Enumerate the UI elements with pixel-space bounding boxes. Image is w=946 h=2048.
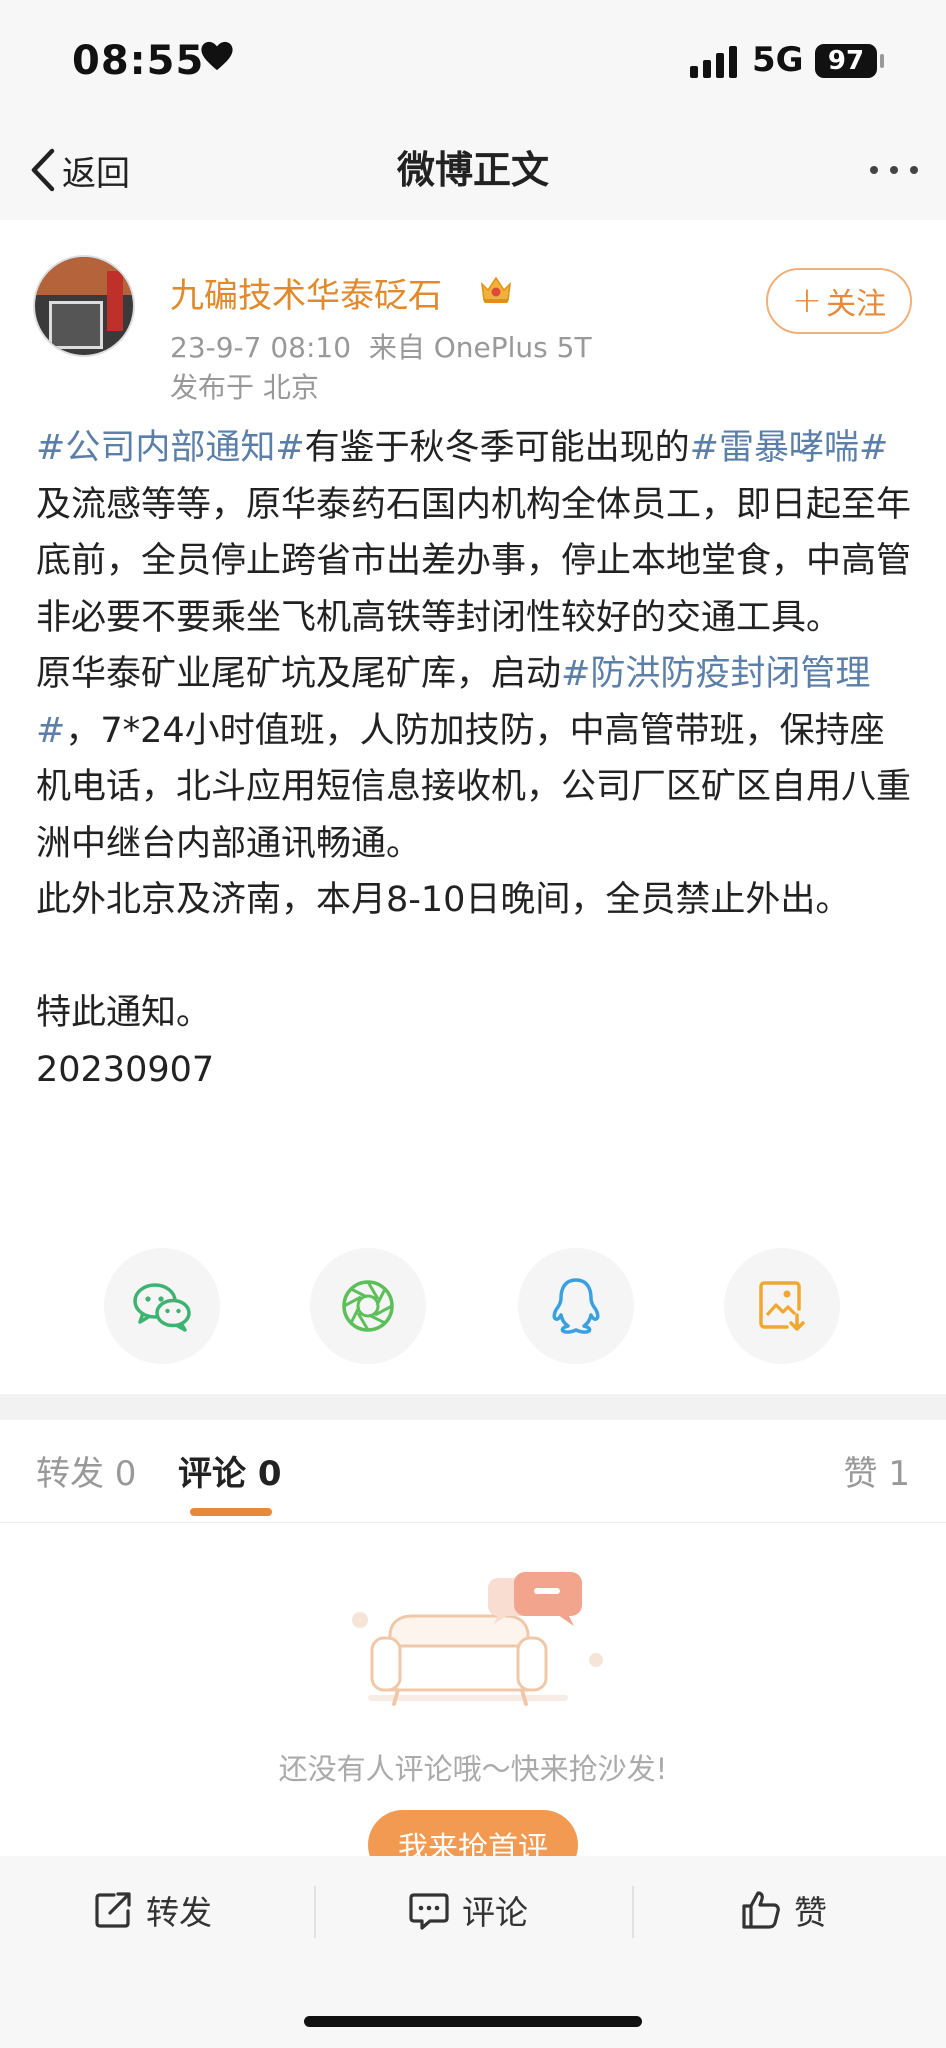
status-time: 08:55 <box>72 38 205 84</box>
nav-bar: 返回 微博正文 <box>0 120 946 220</box>
tabs-divider <box>0 1522 946 1523</box>
avatar[interactable] <box>33 255 135 357</box>
username[interactable]: 九碥技术华泰砭石 <box>170 268 442 317</box>
share-wechat-button[interactable] <box>104 1248 220 1364</box>
hashtag-link[interactable]: #雷暴哮喘# <box>690 428 889 468</box>
tab-reposts[interactable]: 转发 0 <box>36 1446 136 1495</box>
back-button[interactable]: 返回 <box>28 142 130 198</box>
more-dot <box>890 166 898 174</box>
share-row <box>0 1248 946 1364</box>
back-label: 返回 <box>62 153 130 194</box>
repost-button[interactable]: 转发 <box>92 1886 212 1934</box>
vip-crown-icon[interactable] <box>478 272 514 306</box>
moments-icon <box>342 1280 394 1332</box>
empty-sofa-illustration <box>352 1572 603 1706</box>
like-button[interactable]: 赞 <box>740 1886 827 1934</box>
empty-comments-text: 还没有人评论哦～快来抢沙发! <box>278 1752 668 1786</box>
home-indicator <box>304 2016 642 2027</box>
battery-cap <box>880 54 884 68</box>
share-qq-button[interactable] <box>518 1248 634 1364</box>
post-paragraph: 原华泰矿业尾矿坑及尾矿库，启动#防洪防疫封闭管理#，7*24小时值班，人防加技防… <box>36 646 916 872</box>
wechat-icon <box>133 1283 191 1332</box>
network-type: 5G <box>752 40 804 80</box>
section-divider <box>0 1394 946 1420</box>
signal-icon <box>690 46 737 78</box>
repost-icon <box>95 1892 131 1928</box>
post-text: 原华泰矿业尾矿坑及尾矿库，启动 <box>36 654 562 694</box>
post-paragraph: #公司内部通知#有鉴于秋冬季可能出现的#雷暴哮喘# 及流感等等，原华泰药石国内机… <box>36 420 916 646</box>
chevron-left-icon <box>31 148 55 192</box>
post-paragraph: 此外北京及济南，本月8-10日晚间，全员禁止外出。 <box>36 880 851 920</box>
post-paragraph: 特此通知。 <box>36 993 212 1033</box>
repost-label: 转发 <box>146 1893 212 1932</box>
tab-comments[interactable]: 评论 0 <box>178 1446 282 1495</box>
page-title: 微博正文 <box>396 148 549 192</box>
more-dot <box>910 166 918 174</box>
post-text: ，7*24小时值班，人防加技防，中高管带班，保持座机电话，北斗应用短信息接收机，… <box>36 710 912 864</box>
comment-label: 评论 <box>462 1893 528 1932</box>
comment-button[interactable]: 评论 <box>408 1886 528 1934</box>
like-label: 赞 <box>794 1893 827 1932</box>
post-timestamp-source: 23-9-7 08:10 来自 OnePlus 5T <box>170 331 592 364</box>
active-tab-indicator <box>190 1508 272 1516</box>
comment-icon <box>409 1893 449 1930</box>
post-date: 20230907 <box>36 1049 215 1090</box>
more-dot <box>870 166 878 174</box>
battery-indicator: 97 <box>815 44 877 78</box>
qq-icon <box>552 1278 600 1334</box>
thumbs-up-icon <box>742 1891 780 1929</box>
post-text: 及流感等等，原华泰药石国内机构全体员工，即日起至年底前，全员停止跨省市出差办事，… <box>36 484 912 638</box>
more-options-button[interactable] <box>870 166 918 174</box>
heart-icon <box>201 41 233 71</box>
save-image-button[interactable] <box>724 1248 840 1364</box>
post-content: #公司内部通知#有鉴于秋冬季可能出现的#雷暴哮喘# 及流感等等，原华泰药石国内机… <box>36 420 916 1098</box>
follow-button[interactable]: + 关注 <box>766 268 912 334</box>
post-location: 发布于 北京 <box>170 371 319 404</box>
post-text: 有鉴于秋冬季可能出现的 <box>304 428 690 468</box>
status-bar: 08:55 5G 97 <box>0 0 946 120</box>
hashtag-link[interactable]: #公司内部通知# <box>36 428 305 468</box>
plus-icon: + <box>791 280 823 321</box>
follow-label: 关注 <box>826 287 887 322</box>
bottom-action-bar: 转发 评论 赞 <box>0 1856 946 2048</box>
share-moments-button[interactable] <box>310 1248 426 1364</box>
tab-likes[interactable]: 赞 1 <box>844 1446 910 1495</box>
save-image-icon <box>759 1281 805 1331</box>
